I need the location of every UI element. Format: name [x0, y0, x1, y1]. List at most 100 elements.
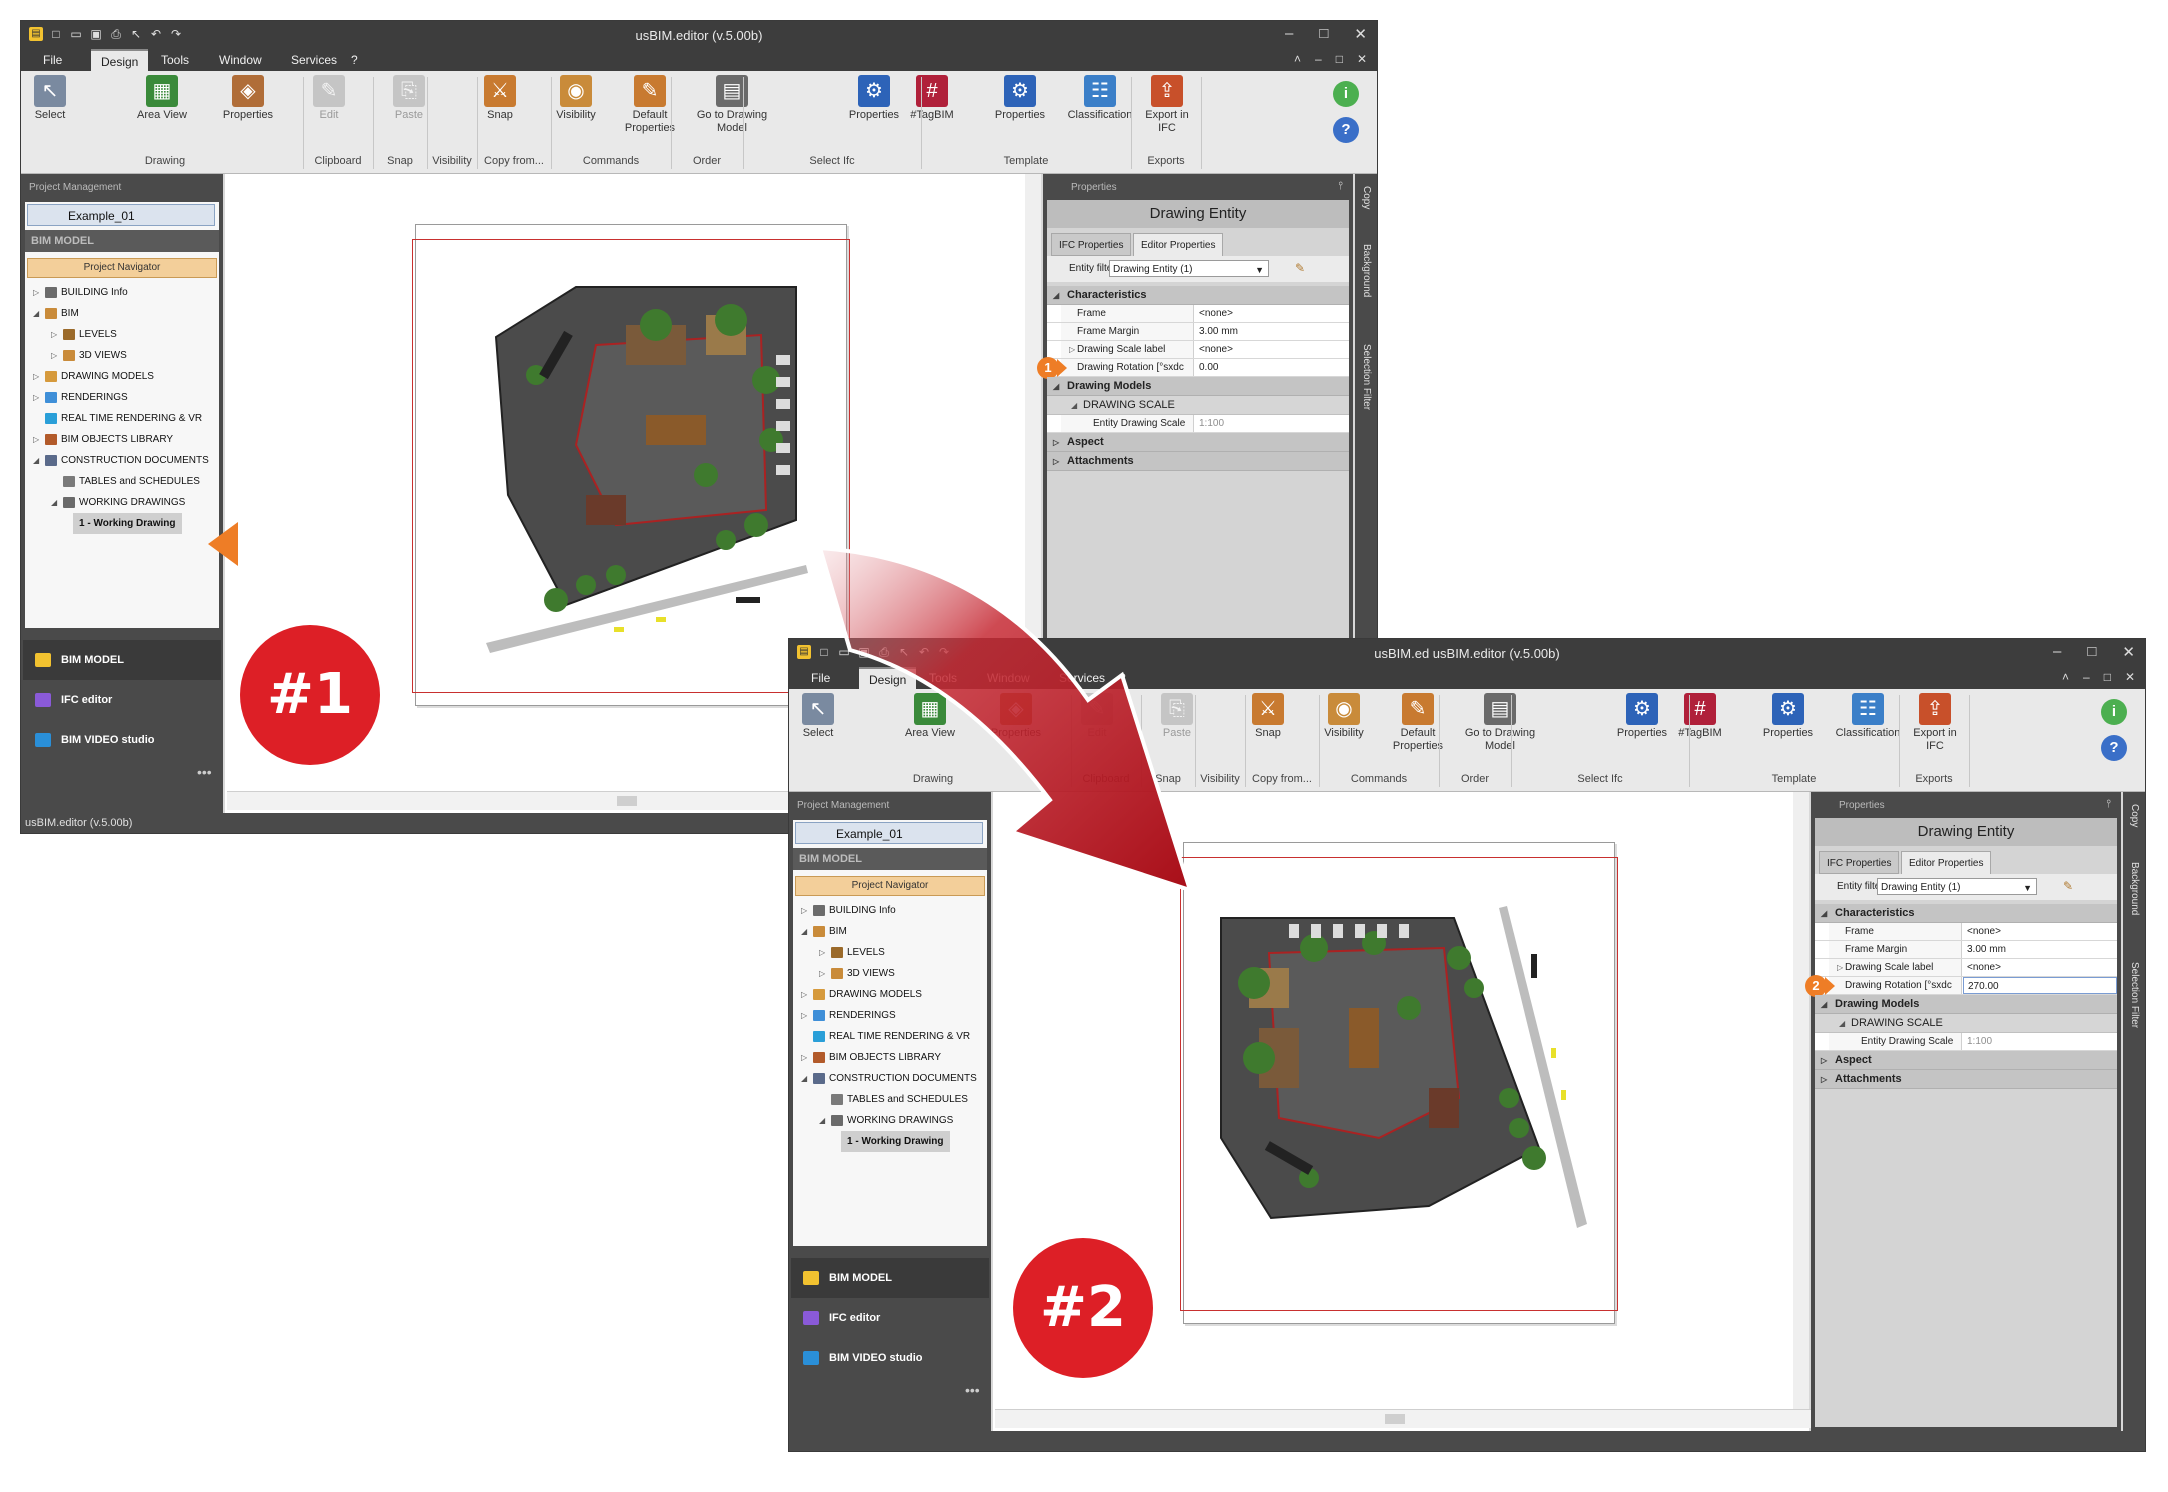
maximize-icon[interactable]: □ [1319, 25, 1328, 43]
ribbon-go-to-drawing-model-button[interactable]: ▤ Go to Drawing Model [1461, 691, 1539, 753]
tree-toggle-icon[interactable]: ◢ [33, 303, 41, 324]
tree-item[interactable]: ◢ BIM [793, 921, 987, 942]
more-icon[interactable]: ••• [197, 764, 212, 780]
workspace-ifc-editor[interactable]: IFC editor [791, 1298, 989, 1338]
chevron-down-icon[interactable]: ▼ [2023, 880, 2032, 897]
tree-item[interactable]: ▷ 3D VIEWS [793, 963, 987, 984]
tree-toggle-icon[interactable]: ◢ [819, 1110, 827, 1131]
property-row[interactable]: Entity Drawing Scale 1:100 [1047, 415, 1349, 433]
ribbon-properties-button[interactable]: ⚙ Properties [1611, 691, 1673, 740]
edit-filter-icon[interactable]: ✎ [2063, 879, 2073, 893]
section-toggle-icon[interactable]: ▷ [1821, 1070, 1827, 1089]
property-section[interactable]: ▷ Attachments [1047, 452, 1349, 471]
pin-icon[interactable]: ⫯ [1338, 180, 1343, 193]
ribbon-select-button[interactable]: ↖ Select [27, 73, 73, 122]
close-icon[interactable]: ✕ [1354, 25, 1367, 43]
entity-filter-select[interactable]: Drawing Entity (1) ▼ [1109, 260, 1269, 277]
tree-toggle-icon[interactable]: ◢ [801, 1068, 809, 1089]
property-value[interactable]: 270.00 [1963, 977, 2117, 994]
section-toggle-icon[interactable]: ▷ [1821, 1051, 1827, 1070]
tree-toggle-icon[interactable]: ▷ [801, 1047, 809, 1068]
collapse-ribbon-icon[interactable]: ˄ [2062, 670, 2069, 684]
doc-close-icon[interactable]: ✕ [1357, 52, 1367, 66]
tree-toggle-icon[interactable]: ▷ [801, 900, 809, 921]
scroll-thumb[interactable] [617, 796, 637, 806]
ribbon-properties-button[interactable]: ⚙ Properties [989, 73, 1051, 122]
tree-toggle-icon[interactable]: ◢ [51, 492, 59, 513]
property-row[interactable]: Frame Margin 3.00 mm [1047, 323, 1349, 341]
tree-toggle-icon[interactable]: ▷ [33, 366, 41, 387]
ribbon-snap-button[interactable]: ⚔ Snap [483, 73, 517, 122]
menu-[interactable]: ? [351, 53, 358, 67]
property-subsection[interactable]: ◢ DRAWING SCALE [1047, 396, 1349, 415]
property-section[interactable]: ▷ Attachments [1815, 1070, 2117, 1089]
doc-close-icon[interactable]: ✕ [2125, 670, 2135, 684]
tree-toggle-icon[interactable]: ▷ [33, 387, 41, 408]
property-section[interactable]: ◢ Characteristics [1047, 286, 1349, 305]
property-row[interactable]: Frame <none> [1815, 923, 2117, 941]
section-toggle-icon[interactable]: ▷ [1053, 452, 1059, 471]
tree-toggle-icon[interactable]: ▷ [801, 1005, 809, 1026]
restore-icon[interactable]: – [1315, 52, 1322, 66]
ribbon--tagbim-button[interactable]: # #TagBIM [1675, 691, 1725, 740]
property-row[interactable]: Frame <none> [1047, 305, 1349, 323]
property-section[interactable]: ▷ Aspect [1815, 1051, 2117, 1070]
ribbon-paste-button[interactable]: ⎘ Paste [1159, 691, 1195, 740]
property-value[interactable]: 1:100 [1195, 415, 1349, 432]
tree-item[interactable]: ◢ BIM [25, 303, 219, 324]
doc-maximize-icon[interactable]: □ [1336, 52, 1343, 66]
tree-item[interactable]: 1 - Working Drawing [793, 1131, 987, 1152]
property-row[interactable]: Entity Drawing Scale 1:100 [1815, 1033, 2117, 1051]
help-icon[interactable]: ? [1333, 117, 1359, 143]
project-selector[interactable]: Example_01 [27, 204, 215, 226]
property-value[interactable]: <none> [1195, 305, 1349, 322]
drawing-sheet[interactable] [412, 224, 850, 706]
project-navigator-button[interactable]: Project Navigator [27, 258, 217, 278]
section-toggle-icon[interactable]: ◢ [1821, 995, 1827, 1014]
property-row[interactable]: ▷ Drawing Scale label <none> [1815, 959, 2117, 977]
workspace-bim-video-studio[interactable]: BIM VIDEO studio [23, 720, 221, 760]
workspace-ifc-editor[interactable]: IFC editor [23, 680, 221, 720]
tree-toggle-icon[interactable]: ▷ [33, 282, 41, 303]
ribbon-properties-button[interactable]: ⚙ Properties [1757, 691, 1819, 740]
close-icon[interactable]: ✕ [2122, 643, 2135, 661]
tree-toggle-icon[interactable]: ▷ [51, 345, 59, 366]
ribbon-area-view-button[interactable]: ▦ Area View [901, 691, 959, 740]
tree-item[interactable]: ◢ WORKING DRAWINGS [793, 1110, 987, 1131]
menu-window[interactable]: Window [219, 53, 262, 67]
menu-[interactable]: ? [1119, 671, 1126, 685]
tree-item[interactable]: REAL TIME RENDERING & VR [793, 1026, 987, 1047]
tree-item[interactable]: ▷ BUILDING Info [793, 900, 987, 921]
tree-item[interactable]: ▷ RENDERINGS [25, 387, 219, 408]
menu-design[interactable]: Design [859, 667, 917, 689]
ribbon-visibility-button[interactable]: ◉ Visibility [1319, 691, 1369, 740]
tree-item[interactable]: 1 - Working Drawing [25, 513, 219, 534]
tree-toggle-icon[interactable]: ▷ [51, 324, 59, 345]
workspace-bim-model[interactable]: BIM MODEL [23, 640, 221, 680]
property-value[interactable]: 0.00 [1195, 359, 1349, 376]
site-plan-drawing[interactable] [416, 225, 846, 705]
ribbon-edit-button[interactable]: ✎ Edit [1075, 691, 1119, 740]
tree-item[interactable]: ▷ BIM OBJECTS LIBRARY [793, 1047, 987, 1068]
section-toggle-icon[interactable]: ◢ [1053, 286, 1059, 305]
side-tab-copy[interactable]: Copy [2125, 804, 2143, 827]
tab-editor-properties[interactable]: Editor Properties [1133, 233, 1224, 256]
section-toggle-icon[interactable]: ◢ [1053, 377, 1059, 396]
tree-item[interactable]: ▷ LEVELS [793, 942, 987, 963]
pin-icon[interactable]: ⫯ [2106, 798, 2111, 811]
property-section[interactable]: ◢ Characteristics [1815, 904, 2117, 923]
project-navigator-button[interactable]: Project Navigator [795, 876, 985, 896]
workspace-bim-model[interactable]: BIM MODEL [791, 1258, 989, 1298]
ribbon--tagbim-button[interactable]: # #TagBIM [907, 73, 957, 122]
edit-filter-icon[interactable]: ✎ [1295, 261, 1305, 275]
maximize-icon[interactable]: □ [2087, 643, 2096, 661]
tree-toggle-icon[interactable]: ▷ [819, 942, 827, 963]
tree-toggle-icon[interactable]: ◢ [33, 450, 41, 471]
menu-tools[interactable]: Tools [161, 53, 189, 67]
tab-editor-properties[interactable]: Editor Properties [1901, 851, 1992, 874]
tree-item[interactable]: ▷ 3D VIEWS [25, 345, 219, 366]
menu-services[interactable]: Services [1059, 671, 1105, 685]
tree-item[interactable]: ▷ DRAWING MODELS [793, 984, 987, 1005]
scroll-thumb[interactable] [1385, 1414, 1405, 1424]
ribbon-paste-button[interactable]: ⎘ Paste [391, 73, 427, 122]
